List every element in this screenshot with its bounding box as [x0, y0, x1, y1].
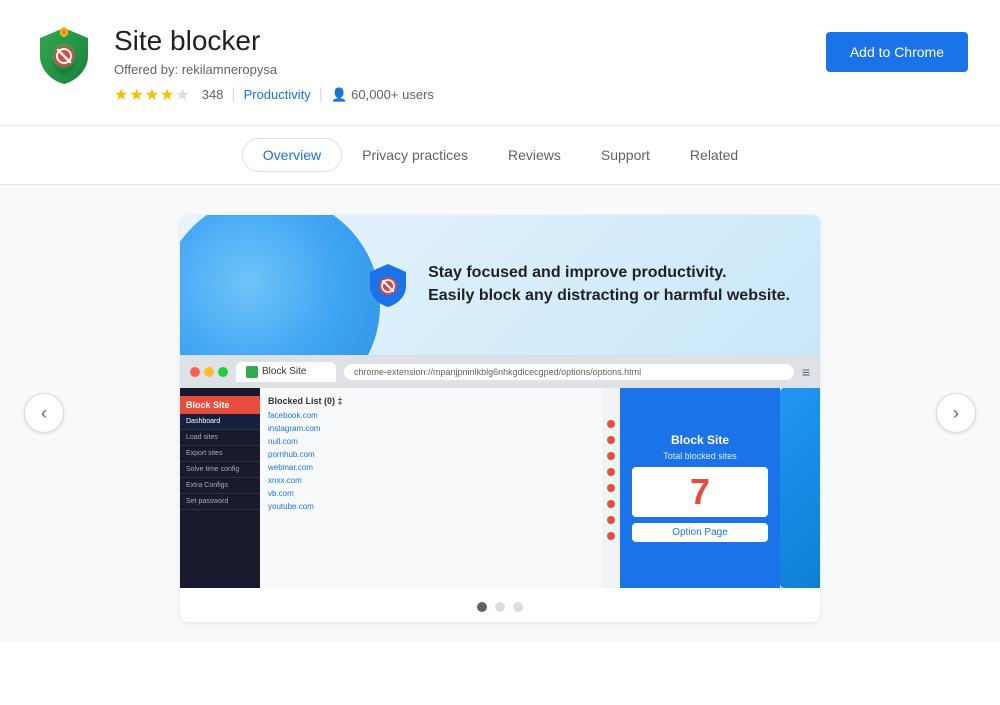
tab-overview[interactable]: Overview	[242, 138, 342, 172]
list-item: null.com	[268, 436, 594, 447]
red-dots-column	[602, 388, 620, 588]
carousel-prev-button[interactable]: ‹	[24, 393, 64, 433]
list-item: youtube.com	[268, 501, 594, 512]
list-item: webinar.com	[268, 462, 594, 473]
red-dot	[607, 484, 615, 492]
list-item: xnxx.com	[268, 475, 594, 486]
star-5: ★	[175, 85, 189, 105]
red-dot	[607, 452, 615, 460]
star-4: ★	[160, 85, 174, 105]
browser-body: Block Site Dashboard Load sites Export s…	[180, 388, 820, 588]
star-3: ★	[145, 85, 159, 105]
carousel-dot-2[interactable]	[495, 602, 505, 612]
close-light	[190, 367, 200, 377]
sidebar-item-time: Solve time config	[180, 462, 260, 478]
sidebar-item-extra: Extra Configs	[180, 478, 260, 494]
header-left: Site blocker Offered by: rekilamneropysa…	[32, 24, 434, 105]
users-count: 60,000+ users	[351, 87, 434, 102]
category-link[interactable]: Productivity	[244, 87, 311, 102]
minimize-light	[204, 367, 214, 377]
red-dot	[607, 420, 615, 428]
red-dot	[607, 532, 615, 540]
browser-tab: Block Site	[236, 362, 336, 382]
sidebar-item-load: Load sites	[180, 430, 260, 446]
hero-text-area: Stay focused and improve productivity. E…	[184, 237, 820, 333]
red-dot	[607, 436, 615, 444]
star-1: ★	[114, 85, 128, 105]
blocked-count: 7	[632, 467, 768, 517]
list-item: pornhub.com	[268, 449, 594, 460]
headline-line1: Stay focused and improve productivity. E…	[428, 262, 790, 307]
extension-header: Site blocker Offered by: rekilamneropysa…	[0, 0, 1000, 125]
carousel-content: Stay focused and improve productivity. E…	[180, 215, 820, 622]
tab-favicon	[246, 366, 258, 378]
tab-privacy[interactable]: Privacy practices	[342, 139, 488, 171]
extension-title: Site blocker	[114, 24, 434, 58]
red-dot	[607, 468, 615, 476]
sidebar-item-export: Export sites	[180, 446, 260, 462]
extension-info: Site blocker Offered by: rekilamneropysa…	[114, 24, 434, 105]
red-dot	[607, 516, 615, 524]
total-blocked-label: Total blocked sites	[663, 451, 737, 461]
carousel-dot-3[interactable]	[513, 602, 523, 612]
sidebar-item-password: Set password	[180, 494, 260, 510]
add-to-chrome-button[interactable]: Add to Chrome	[826, 32, 968, 72]
list-item: facebook.com	[268, 410, 594, 421]
sidebar-item-dashboard: Dashboard	[180, 414, 260, 430]
browser-chrome-bar: Block Site chrome-extension://mpanjpninl…	[180, 356, 820, 388]
navigation-tabs: Overview Privacy practices Reviews Suppo…	[0, 126, 1000, 185]
tab-reviews[interactable]: Reviews	[488, 139, 581, 171]
hero-area: Stay focused and improve productivity. E…	[180, 215, 820, 355]
extension-icon	[32, 24, 96, 88]
mock-browser: Block Site chrome-extension://mpanjpninl…	[180, 355, 820, 588]
rating-count: 348	[202, 87, 224, 102]
extension-author: Offered by: rekilamneropysa	[114, 62, 434, 77]
decorative-blue-panel	[780, 388, 820, 588]
users-info: 👤 60,000+ users	[331, 87, 434, 103]
list-item: vb.com	[268, 488, 594, 499]
tab-label: Block Site	[262, 366, 306, 377]
maximize-light	[218, 367, 228, 377]
browser-menu-icon: ≡	[802, 364, 810, 380]
main-panel: Blocked List (0) ‡ facebook.com instagra…	[260, 388, 602, 588]
person-icon: 👤	[331, 87, 347, 103]
red-dot	[607, 500, 615, 508]
carousel-next-button[interactable]: ›	[936, 393, 976, 433]
option-page-link[interactable]: Option Page	[632, 523, 768, 542]
list-item: instagram.com	[268, 423, 594, 434]
hero-text: Stay focused and improve productivity. E…	[428, 262, 790, 307]
blocked-list-header: Blocked List (0) ‡	[268, 396, 594, 406]
meta-separator: |	[231, 86, 235, 104]
block-site-panel-title: Block Site	[671, 433, 729, 447]
hero-shield-icon	[364, 261, 412, 309]
app-sidebar: Block Site Dashboard Load sites Export s…	[180, 388, 260, 588]
tab-related[interactable]: Related	[670, 139, 758, 171]
carousel-dot-1[interactable]	[477, 602, 487, 612]
traffic-lights	[190, 367, 228, 377]
carousel-section: ‹ Stay focused and improve productivity.…	[0, 185, 1000, 642]
carousel-dots	[180, 588, 820, 622]
sidebar-title: Block Site	[180, 396, 260, 414]
meta-separator-2: |	[319, 86, 323, 104]
tab-support[interactable]: Support	[581, 139, 670, 171]
blocked-list: facebook.com instagram.com null.com porn…	[268, 410, 594, 512]
extension-meta: ★ ★ ★ ★ ★ 348 | Productivity | 👤 60,000+…	[114, 85, 434, 105]
star-rating: ★ ★ ★ ★ ★	[114, 85, 190, 105]
star-2: ★	[129, 85, 143, 105]
browser-url-bar: chrome-extension://mpanjpninlkblg6nhkgdl…	[344, 364, 794, 380]
stats-panel: Block Site Total blocked sites 7 Option …	[620, 388, 780, 588]
